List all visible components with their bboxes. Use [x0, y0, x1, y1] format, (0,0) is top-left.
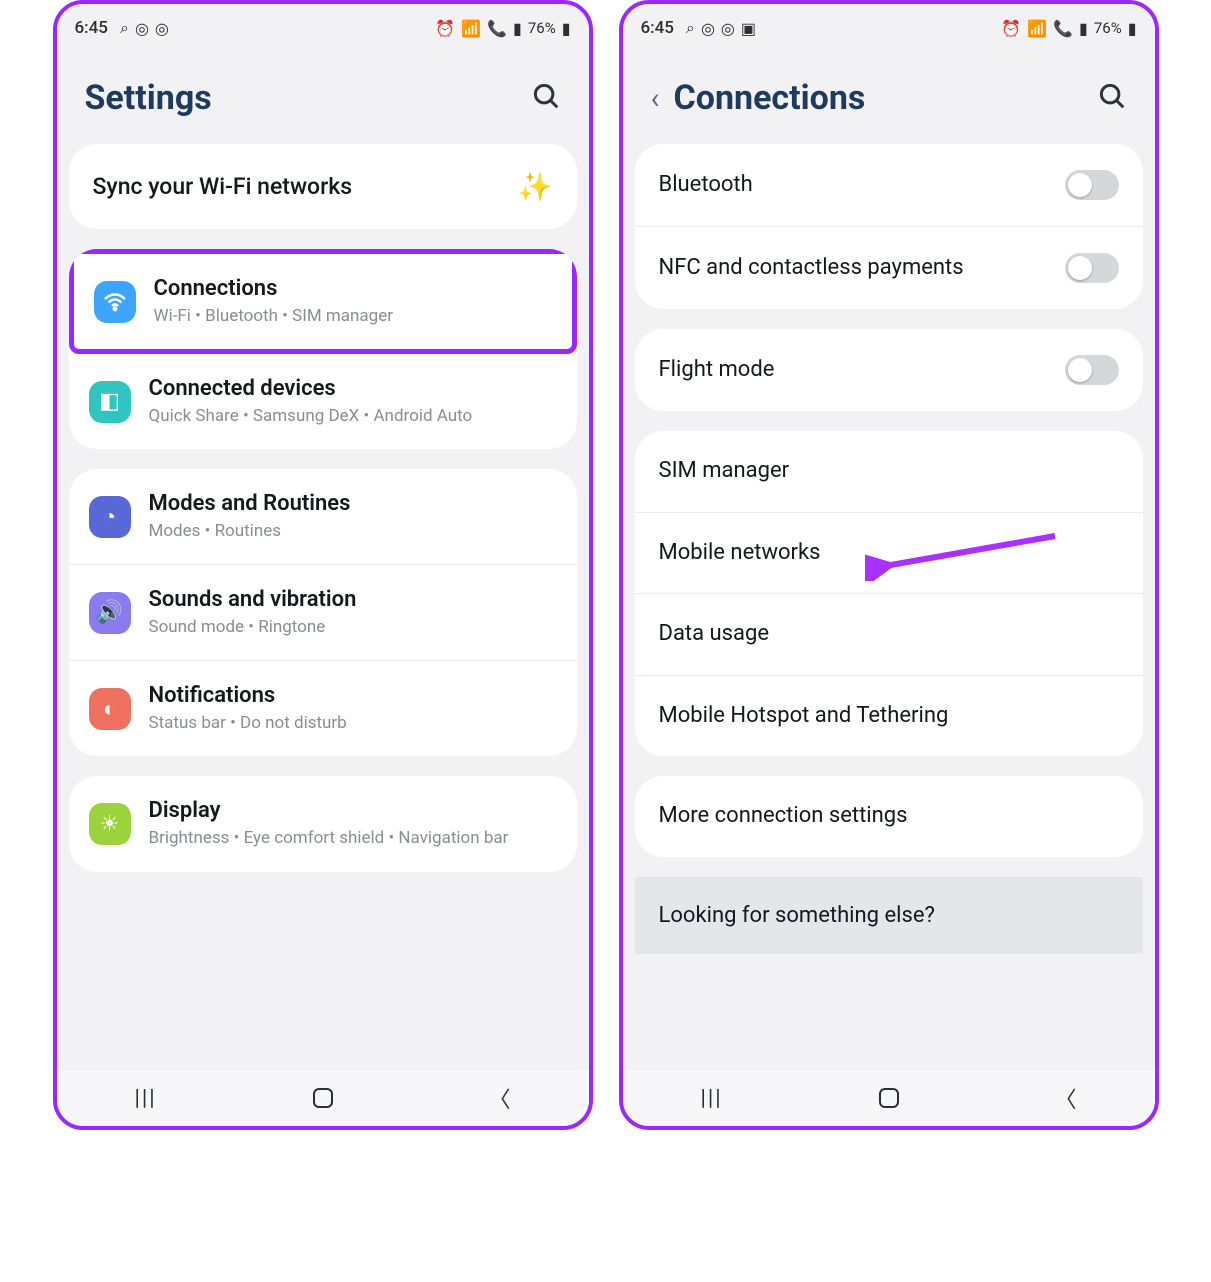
row-bluetooth[interactable]: Bluetooth [635, 144, 1143, 227]
settings-item-connected-devices[interactable]: ◧ Connected devices Quick Share • Samsun… [69, 354, 577, 449]
row-title: Display [149, 798, 509, 823]
row-data-usage[interactable]: Data usage [635, 594, 1143, 676]
settings-item-notifications[interactable]: ◐ Notifications Status bar • Do not dist… [69, 661, 577, 756]
row-mobile-networks[interactable]: Mobile networks [635, 513, 1143, 595]
settings-item-connections[interactable]: Connections Wi-Fi • Bluetooth • SIM mana… [69, 249, 577, 354]
volte-icon: 📞 [1053, 19, 1073, 38]
settings-header: Settings [57, 44, 589, 144]
row-label: NFC and contactless payments [659, 254, 964, 283]
nfc-toggle[interactable] [1065, 253, 1119, 283]
alarm-icon: ⏰ [435, 19, 455, 38]
instagram-icon: ◎ [155, 19, 169, 38]
search-button[interactable] [531, 81, 561, 115]
row-title: Notifications [149, 683, 347, 708]
nav-recents-button[interactable]: ||| [700, 1086, 722, 1111]
row-label: Mobile networks [659, 539, 821, 568]
modes-icon: ◔ [89, 496, 131, 538]
settings-list: Sync your Wi-Fi networks ✨ Connections W… [57, 144, 589, 1070]
row-label: Flight mode [659, 356, 775, 385]
flight-mode-toggle[interactable] [1065, 355, 1119, 385]
row-hotspot[interactable]: Mobile Hotspot and Tethering [635, 676, 1143, 757]
connections-list: Bluetooth NFC and contactless payments F… [623, 144, 1155, 1070]
whatsapp-icon: ⌕ [120, 18, 129, 38]
nav-back-button[interactable]: 〈 [1055, 1082, 1077, 1114]
signal-icon: ▮ [1079, 19, 1088, 38]
bluetooth-toggle[interactable] [1065, 170, 1119, 200]
settings-item-sound[interactable]: 🔊 Sounds and vibration Sound mode • Ring… [69, 565, 577, 661]
row-label: SIM manager [659, 457, 790, 486]
gallery-icon: ▣ [741, 19, 756, 38]
row-title: Connections [154, 276, 394, 301]
row-subtitle: Status bar • Do not disturb [149, 712, 347, 734]
back-button[interactable]: ‹ [651, 81, 660, 116]
nav-home-button[interactable] [313, 1088, 333, 1108]
row-nfc[interactable]: NFC and contactless payments [635, 227, 1143, 309]
page-title: Connections [674, 78, 866, 118]
volte-icon: 📞 [487, 19, 507, 38]
prompt-text: Looking for something else? [659, 903, 935, 928]
page-title: Settings [85, 78, 212, 118]
sync-label: Sync your Wi-Fi networks [93, 173, 353, 200]
annotation-arrow-icon [865, 531, 1065, 581]
settings-item-display[interactable]: ☀ Display Brightness • Eye comfort shiel… [69, 776, 577, 871]
nav-bar: ||| 〈 [623, 1070, 1155, 1126]
row-title: Sounds and vibration [149, 587, 357, 612]
row-title: Connected devices [149, 376, 473, 401]
row-label: Mobile Hotspot and Tethering [659, 702, 949, 731]
row-label: Bluetooth [659, 171, 753, 200]
sync-wifi-card[interactable]: Sync your Wi-Fi networks ✨ [69, 144, 577, 229]
status-time: 6:45 [641, 18, 674, 38]
row-label: More connection settings [659, 803, 908, 828]
row-subtitle: Wi-Fi • Bluetooth • SIM manager [154, 305, 394, 327]
connections-screen: 6:45 ⌕ ◎ ◎ ▣ ⏰ 📶 📞 ▮ 76% ▮ ‹ Connections [619, 0, 1159, 1130]
whatsapp-icon: ⌕ [686, 18, 695, 38]
row-subtitle: Brightness • Eye comfort shield • Naviga… [149, 827, 509, 849]
nav-recents-button[interactable]: ||| [134, 1086, 156, 1111]
row-subtitle: Sound mode • Ringtone [149, 616, 357, 638]
connections-header: ‹ Connections [623, 44, 1155, 144]
battery-icon: ▮ [1128, 19, 1137, 38]
settings-screen: 6:45 ⌕ ◎ ◎ ⏰ 📶 📞 ▮ 76% ▮ Settings Sync [53, 0, 593, 1130]
display-icon: ☀ [89, 803, 131, 845]
instagram-icon: ◎ [135, 19, 149, 38]
battery-percent: 76% [1094, 19, 1122, 37]
signal-icon: ▮ [513, 19, 522, 38]
row-title: Modes and Routines [149, 491, 351, 516]
status-bar: 6:45 ⌕ ◎ ◎ ▣ ⏰ 📶 📞 ▮ 76% ▮ [623, 4, 1155, 44]
settings-item-modes[interactable]: ◔ Modes and Routines Modes • Routines [69, 469, 577, 565]
row-sim-manager[interactable]: SIM manager [635, 431, 1143, 513]
sparkle-icon: ✨ [518, 170, 553, 203]
wifi-icon [94, 281, 136, 323]
instagram-icon: ◎ [721, 19, 735, 38]
nav-bar: ||| 〈 [57, 1070, 589, 1126]
row-label: Data usage [659, 620, 770, 649]
battery-percent: 76% [528, 19, 556, 37]
row-subtitle: Modes • Routines [149, 520, 351, 542]
devices-icon: ◧ [89, 381, 131, 423]
status-time: 6:45 [75, 18, 108, 38]
wifi-icon: 📶 [461, 19, 481, 38]
status-bar: 6:45 ⌕ ◎ ◎ ⏰ 📶 📞 ▮ 76% ▮ [57, 4, 589, 44]
alarm-icon: ⏰ [1001, 19, 1021, 38]
suggestion-prompt: Looking for something else? [635, 877, 1143, 954]
nav-home-button[interactable] [879, 1088, 899, 1108]
row-subtitle: Quick Share • Samsung DeX • Android Auto [149, 405, 473, 427]
search-button[interactable] [1097, 81, 1127, 115]
row-more-connection-settings[interactable]: More connection settings [635, 776, 1143, 857]
wifi-icon: 📶 [1027, 19, 1047, 38]
sound-icon: 🔊 [89, 592, 131, 634]
row-flight-mode[interactable]: Flight mode [635, 329, 1143, 411]
battery-icon: ▮ [562, 19, 571, 38]
instagram-icon: ◎ [701, 19, 715, 38]
nav-back-button[interactable]: 〈 [489, 1082, 511, 1114]
notifications-icon: ◐ [89, 688, 131, 730]
